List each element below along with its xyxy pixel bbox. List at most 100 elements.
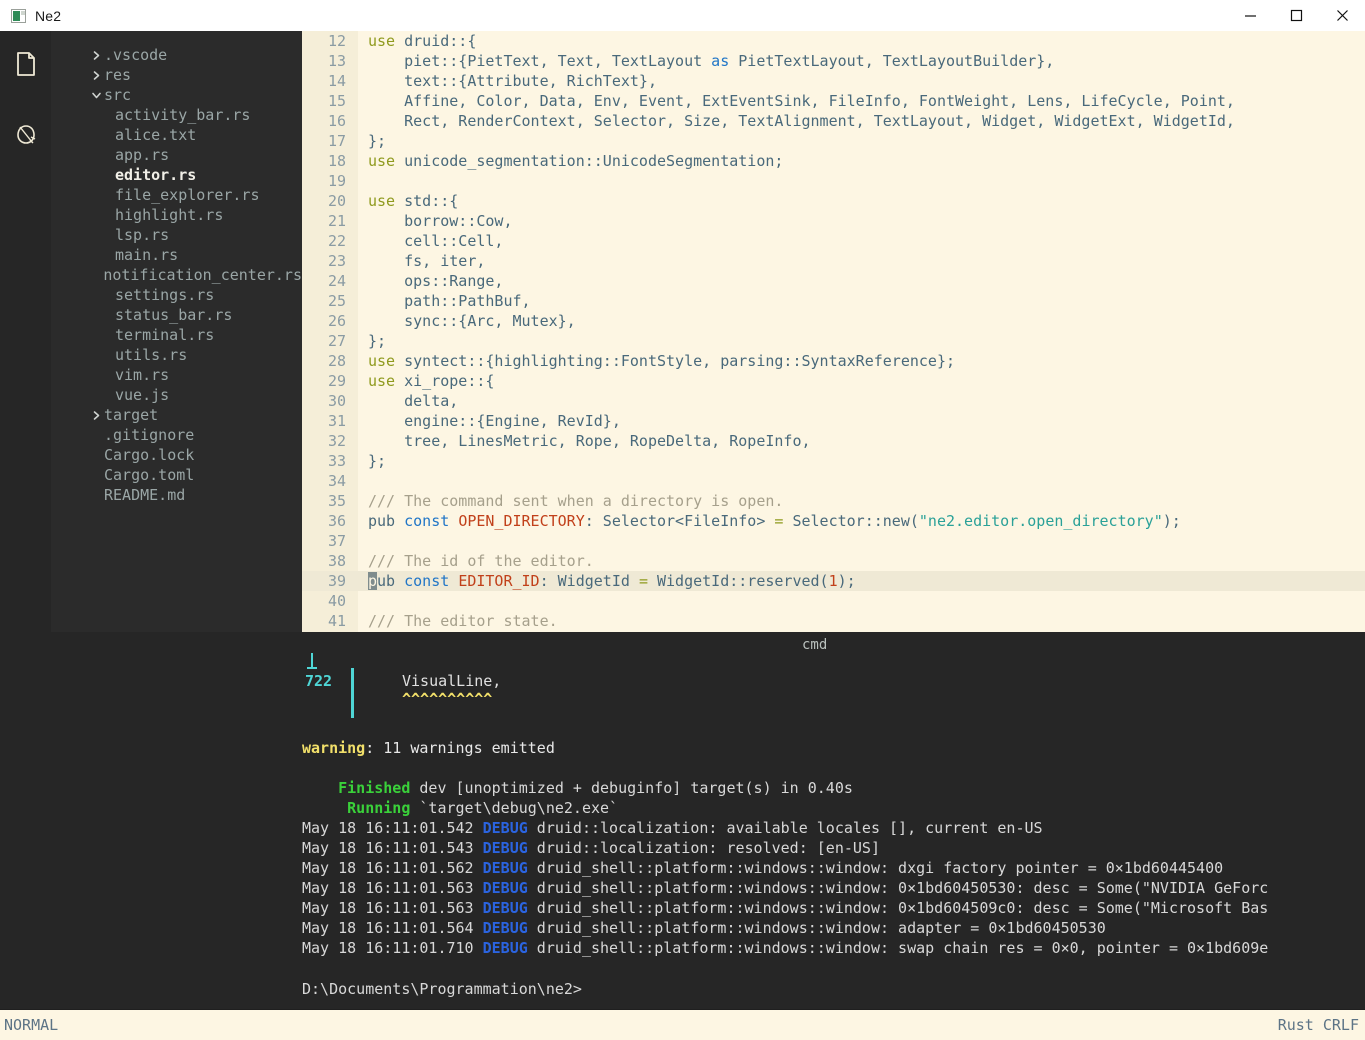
file-tree-item-label: main.rs [115, 246, 179, 264]
code-area[interactable]: 12 use druid::{13 piet::{PietText, Text, … [302, 31, 1365, 632]
code-text: borrow::Cow, [368, 212, 513, 230]
file-tree-item[interactable]: activity_bar.rs [51, 105, 302, 125]
code-line[interactable]: 23 fs, iter, [302, 251, 1365, 271]
file-tree-item[interactable]: main.rs [51, 245, 302, 265]
line-number: 14 [327, 72, 346, 90]
line-number: 35 [327, 492, 346, 510]
code-line[interactable]: 36 pub const OPEN_DIRECTORY: Selector<Fil… [302, 511, 1365, 531]
code-line[interactable]: 37 [302, 531, 1365, 551]
chevron-right-icon[interactable] [88, 410, 104, 421]
terminal-prompt[interactable]: D:\Documents\Programmation\ne2> [302, 980, 582, 998]
code-text: }; [368, 452, 387, 470]
code-line[interactable]: 20 use std::{ [302, 191, 1365, 211]
code-line[interactable]: 35 /// The command sent when a directory … [302, 491, 1365, 511]
code-line[interactable]: 15 Affine, Color, Data, Env, Event, ExtE… [302, 91, 1365, 111]
file-tree-item-label: settings.rs [115, 286, 215, 304]
file-tree-item[interactable]: terminal.rs [51, 325, 302, 345]
line-number: 13 [327, 52, 346, 70]
file-tree-item[interactable]: target [51, 405, 302, 425]
file-tree-item-label: status_bar.rs [115, 306, 233, 324]
file-tree-item[interactable]: settings.rs [51, 285, 302, 305]
line-number: 17 [327, 132, 346, 150]
file-tree-item-label: file_explorer.rs [115, 186, 260, 204]
chevron-right-icon[interactable] [88, 70, 104, 81]
file-tree-item-label: target [104, 406, 159, 424]
terminal-output: warning: 11 warnings emitted Finished de… [302, 738, 1365, 958]
file-tree-item[interactable]: .gitignore [51, 425, 302, 445]
file-tree-item[interactable]: vim.rs [51, 365, 302, 385]
file-tree-item[interactable]: .vscode [51, 45, 302, 65]
debug-icon[interactable] [0, 109, 51, 159]
app-window: Ne2 .vscode res src activity_bar.rs alic… [0, 0, 1365, 1040]
code-line[interactable]: 24 ops::Range, [302, 271, 1365, 291]
code-text: piet::{PietText, Text, TextLayout as Pie… [368, 52, 1055, 70]
code-line[interactable]: 28 use syntect::{highlighting::FontStyle,… [302, 351, 1365, 371]
code-line[interactable]: 13 piet::{PietText, Text, TextLayout as … [302, 51, 1365, 71]
code-line[interactable]: 25 path::PathBuf, [302, 291, 1365, 311]
terminal-warning-snippet: 722 VisualLine, ^^^^^^^^^^ [302, 650, 1002, 720]
code-line[interactable]: 40 [302, 591, 1365, 611]
file-tree-item[interactable]: notification_center.rs [51, 265, 302, 285]
file-tree-item-label: Cargo.toml [104, 466, 195, 484]
code-line[interactable]: 39 pub const EDITOR_ID: WidgetId = Widget… [302, 571, 1365, 591]
code-text: Affine, Color, Data, Env, Event, ExtEven… [368, 92, 1235, 110]
file-tree-item[interactable]: status_bar.rs [51, 305, 302, 325]
code-line[interactable]: 26 sync::{Arc, Mutex}, [302, 311, 1365, 331]
file-tree-item[interactable]: utils.rs [51, 345, 302, 365]
code-line[interactable]: 14 text::{Attribute, RichText}, [302, 71, 1365, 91]
code-text: fs, iter, [368, 252, 486, 270]
file-tree-item[interactable]: lsp.rs [51, 225, 302, 245]
line-number: 37 [327, 532, 346, 550]
code-line[interactable]: 32 tree, LinesMetric, Rope, RopeDelta, R… [302, 431, 1365, 451]
file-tree-item[interactable]: app.rs [51, 145, 302, 165]
title-bar: Ne2 [0, 0, 1365, 32]
minimize-button[interactable] [1227, 0, 1273, 31]
file-tree-item[interactable]: file_explorer.rs [51, 185, 302, 205]
code-text: cell::Cell, [368, 232, 504, 250]
chevron-right-icon[interactable] [88, 50, 104, 61]
file-tree-item[interactable]: alice.txt [51, 125, 302, 145]
file-tree-item-label: app.rs [115, 146, 170, 164]
code-editor[interactable]: 12 use druid::{13 piet::{PietText, Text, … [302, 31, 1365, 632]
status-bar: NORMAL Rust CRLF [0, 1009, 1365, 1040]
line-number: 26 [327, 312, 346, 330]
code-line[interactable]: 38 /// The id of the editor. [302, 551, 1365, 571]
code-line[interactable]: 16 Rect, RenderContext, Selector, Size, … [302, 111, 1365, 131]
code-line[interactable]: 31 engine::{Engine, RevId}, [302, 411, 1365, 431]
code-line[interactable]: 12 use druid::{ [302, 31, 1365, 51]
code-text: }; [368, 132, 387, 150]
code-line[interactable]: 33}; [302, 451, 1365, 471]
code-line[interactable]: 17}; [302, 131, 1365, 151]
terminal-line: May 18 16:11:01.710 DEBUG druid_shell::p… [302, 939, 1269, 957]
code-text: path::PathBuf, [368, 292, 531, 310]
code-line[interactable]: 29 use xi_rope::{ [302, 371, 1365, 391]
line-number: 30 [327, 392, 346, 410]
close-button[interactable] [1319, 0, 1365, 31]
file-tree-item-label: utils.rs [115, 346, 188, 364]
code-line[interactable]: 30 delta, [302, 391, 1365, 411]
terminal-line: May 18 16:11:01.542 DEBUG druid::localiz… [302, 819, 1043, 837]
terminal-line: May 18 16:11:01.563 DEBUG druid_shell::p… [302, 899, 1269, 917]
file-tree-item[interactable]: res [51, 65, 302, 85]
file-tree-item[interactable]: Cargo.toml [51, 465, 302, 485]
file-tree-item[interactable]: editor.rs [51, 165, 302, 185]
code-line[interactable]: 41 /// The editor state. [302, 611, 1365, 631]
file-tree-item[interactable]: src [51, 85, 302, 105]
code-text: use std::{ [368, 192, 459, 210]
files-icon[interactable] [0, 39, 51, 89]
file-tree-item[interactable]: vue.js [51, 385, 302, 405]
file-tree-item-label: README.md [104, 486, 186, 504]
maximize-button[interactable] [1273, 0, 1319, 31]
code-line[interactable]: 22 cell::Cell, [302, 231, 1365, 251]
snippet-line-number: 722 [305, 672, 333, 690]
chevron-down-icon[interactable] [88, 90, 104, 101]
file-tree-item[interactable]: highlight.rs [51, 205, 302, 225]
code-line[interactable]: 19 [302, 171, 1365, 191]
file-tree-item[interactable]: README.md [51, 485, 302, 505]
file-tree-item-label: Cargo.lock [104, 446, 195, 464]
code-line[interactable]: 21 borrow::Cow, [302, 211, 1365, 231]
file-tree-item[interactable]: Cargo.lock [51, 445, 302, 465]
code-line[interactable]: 34 [302, 471, 1365, 491]
code-line[interactable]: 27}; [302, 331, 1365, 351]
code-line[interactable]: 18 use unicode_segmentation::UnicodeSegme… [302, 151, 1365, 171]
